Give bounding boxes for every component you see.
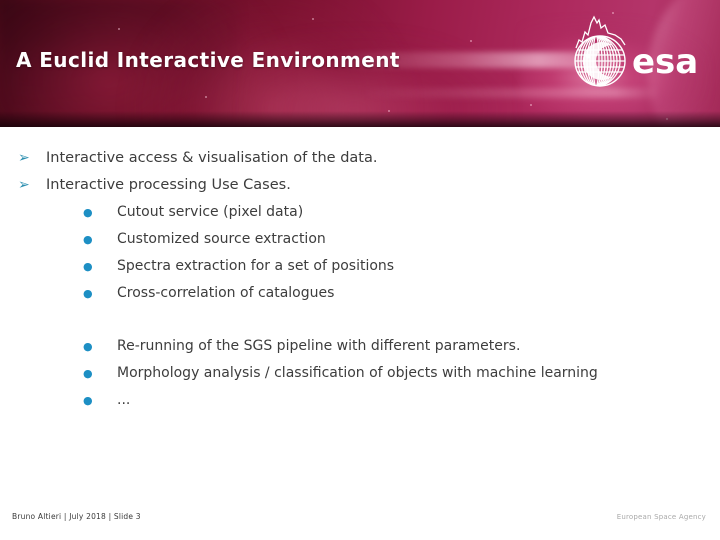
dot-bullet-icon: ●	[83, 287, 93, 300]
dot-bullet-icon: ●	[83, 206, 93, 219]
bullet-text: Interactive access & visualisation of th…	[46, 150, 378, 166]
dot-bullet-icon: ●	[83, 394, 93, 407]
bullet-text: Cross-correlation of catalogues	[117, 285, 335, 301]
bullet-level2-row[interactable]: ● Cutout service (pixel data)	[83, 203, 303, 222]
bullet-level1-row[interactable]: ➢ Interactive access & visualisation of …	[18, 149, 377, 167]
bullet-text: Cutout service (pixel data)	[117, 204, 304, 220]
esa-wordmark: esa	[632, 42, 698, 82]
slide-body: ➢ Interactive access & visualisation of …	[0, 127, 720, 497]
bullet-text: ...	[117, 392, 131, 408]
star-speck	[312, 18, 314, 20]
arrowhead-bullet-icon: ➢	[18, 177, 30, 193]
banner-bottom-fade	[0, 111, 720, 127]
bullet-level2-row[interactable]: ● Customized source extraction	[83, 230, 326, 249]
bullet-level1-row[interactable]: ➢ Interactive processing Use Cases.	[18, 176, 291, 194]
bullet-text: Re-running of the SGS pipeline with diff…	[117, 338, 521, 354]
esa-logo: esa	[568, 14, 704, 90]
dot-bullet-icon: ●	[83, 367, 93, 380]
star-speck	[530, 104, 532, 106]
bullet-level2-row[interactable]: ● Re-running of the SGS pipeline with di…	[83, 337, 520, 356]
dot-bullet-icon: ●	[83, 233, 93, 246]
arrowhead-bullet-icon: ➢	[18, 150, 30, 166]
dot-bullet-icon: ●	[83, 340, 93, 353]
page-title: A Euclid Interactive Environment	[16, 48, 400, 72]
bullet-level2-row[interactable]: ● ...	[83, 391, 130, 410]
bullet-text: Customized source extraction	[117, 231, 326, 247]
bullet-level2-row[interactable]: ● Morphology analysis / classification o…	[83, 364, 598, 383]
bullet-text: Spectra extraction for a set of position…	[117, 258, 395, 274]
presentation-slide: A Euclid Interactive Environment esa ➢ I…	[0, 0, 720, 540]
esa-logo-globe-icon	[574, 35, 626, 87]
star-speck	[118, 28, 120, 30]
bullet-text: Interactive processing Use Cases.	[46, 177, 291, 193]
bullet-level2-row[interactable]: ● Spectra extraction for a set of positi…	[83, 257, 394, 276]
bullet-text: Morphology analysis / classification of …	[117, 365, 598, 381]
slide-header-banner: A Euclid Interactive Environment esa	[0, 0, 720, 127]
footer-organisation: European Space Agency	[616, 513, 706, 521]
footer-author-date-slide: Bruno Altieri | July 2018 | Slide 3	[12, 512, 141, 521]
star-speck	[470, 40, 472, 42]
dot-bullet-icon: ●	[83, 260, 93, 273]
bullet-level2-row[interactable]: ● Cross-correlation of catalogues	[83, 284, 334, 303]
star-speck	[205, 96, 207, 98]
